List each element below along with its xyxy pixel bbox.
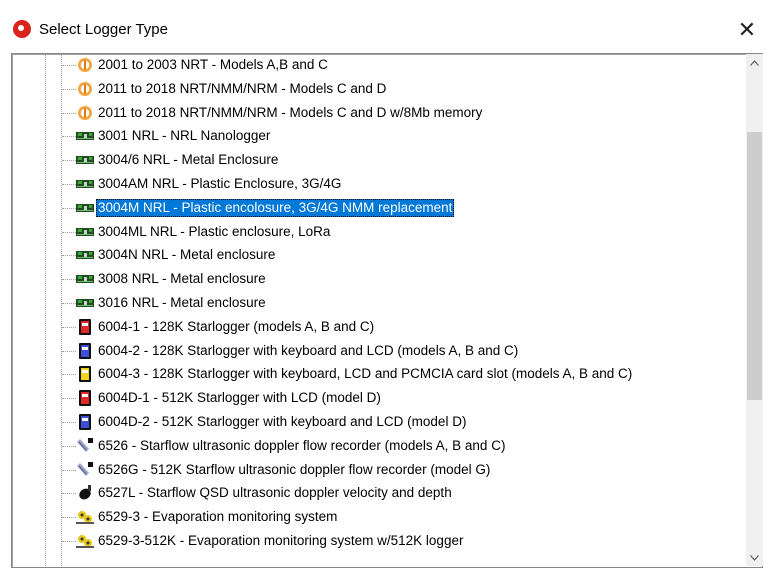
scroll-up-arrow-icon[interactable]: [746, 54, 763, 71]
tree-item-label: 3004/6 NRL - Metal Enclosure: [98, 152, 279, 168]
circuit-board-icon: [76, 128, 94, 144]
starlogger-blue-icon: [76, 414, 94, 430]
tree-item[interactable]: 6004-1 - 128K Starlogger (models A, B an…: [12, 316, 746, 338]
close-button[interactable]: ✕: [730, 14, 764, 48]
scrollbar-thumb[interactable]: [747, 132, 762, 400]
tree-item[interactable]: 3004AM NRL - Plastic Enclosure, 3G/4G: [12, 173, 746, 195]
tree-connector: [62, 326, 76, 328]
tree-item[interactable]: 6526 - Starflow ultrasonic doppler flow …: [12, 435, 746, 457]
tree-item-label: 6526 - Starflow ultrasonic doppler flow …: [98, 437, 506, 453]
tree-item[interactable]: 3004N NRL - Metal enclosure: [12, 244, 746, 266]
starflow-probe-icon: [76, 437, 94, 454]
nrt-orange-icon: [76, 57, 94, 73]
tree-item-label: 6004D-1 - 512K Starlogger with LCD (mode…: [98, 390, 381, 406]
starlogger-blue-icon: [76, 342, 94, 359]
tree-item-label: 3008 NRL - Metal enclosure: [98, 271, 266, 287]
tree-item[interactable]: 6004-2 - 128K Starlogger with keyboard a…: [12, 340, 746, 362]
nrt-orange-icon: [76, 81, 94, 97]
starlogger-red-icon: [76, 318, 94, 335]
tree-item[interactable]: 6004D-1 - 512K Starlogger with LCD (mode…: [12, 387, 746, 409]
tree-connector: [62, 279, 76, 281]
tree-item[interactable]: 2001 to 2003 NRT - Models A,B and C: [12, 54, 746, 76]
starlogger-red-icon: [76, 390, 94, 407]
nrt-orange-icon: [76, 105, 94, 121]
tree-item-label: 6004-3 - 128K Starlogger with keyboard, …: [98, 366, 633, 382]
tree-item-label: 2001 to 2003 NRT - Models A,B and C: [98, 57, 328, 72]
tree-item-label: 6527L - Starflow QSD ultrasonic doppler …: [98, 485, 452, 501]
tree-item-label: 6004-1 - 128K Starlogger (models A, B an…: [98, 318, 375, 334]
tree-connector: [62, 207, 76, 209]
starflow-probe-icon: [76, 461, 94, 478]
tree-item-label: 3004AM NRL - Plastic Enclosure, 3G/4G: [98, 176, 342, 191]
tree-item[interactable]: 3016 NRL - Metal enclosure: [12, 292, 746, 314]
tree-item[interactable]: 3004/6 NRL - Metal Enclosure: [12, 149, 746, 171]
tree-connector: [62, 350, 76, 352]
tree-item[interactable]: 6529-3 - Evaporation monitoring system: [12, 506, 746, 528]
tree-connector: [62, 374, 76, 376]
tree-item[interactable]: 6004D-2 - 512K Starlogger with keyboard …: [12, 411, 746, 433]
tree-connector: [62, 88, 76, 90]
starlogger-yellow-icon: [76, 366, 94, 383]
tree-connector: [62, 112, 76, 114]
circuit-board-icon: [76, 152, 94, 168]
tree-item-label: 2011 to 2018 NRT/NMM/NRM - Models C and …: [98, 104, 483, 120]
tree-item-label: 3004ML NRL - Plastic enclosure, LoRa: [98, 223, 331, 239]
app-logo-icon: [13, 20, 31, 38]
tree-connector: [62, 398, 76, 400]
evaporation-system-icon: [76, 509, 94, 525]
tree-connector: [62, 255, 76, 257]
tree-connector: [62, 493, 76, 495]
tree-connector: [62, 136, 76, 138]
tree-item[interactable]: 3008 NRL - Metal enclosure: [12, 268, 746, 290]
tree-item-label: 6529-3 - Evaporation monitoring system: [98, 509, 338, 525]
scroll-down-arrow-icon[interactable]: [746, 549, 763, 566]
window-title: Select Logger Type: [39, 21, 168, 38]
tree-connector: [62, 65, 76, 66]
tree-connector: [62, 541, 76, 542]
circuit-board-icon: [76, 224, 94, 240]
tree-item[interactable]: 6527L - Starflow QSD ultrasonic doppler …: [12, 482, 746, 504]
circuit-board-icon: [76, 247, 94, 263]
qsd-sensor-icon: [76, 485, 94, 501]
tree-item[interactable]: 6529-3-512K - Evaporation monitoring sys…: [12, 530, 746, 552]
tree-connector: [62, 422, 76, 423]
tree-item-label: 3001 NRL - NRL Nanologger: [98, 128, 271, 144]
circuit-board-icon: [76, 271, 94, 287]
tree-connector: [62, 517, 76, 519]
tree-item[interactable]: 3001 NRL - NRL Nanologger: [12, 125, 746, 147]
tree-connector: [62, 303, 76, 304]
tree-item[interactable]: 2011 to 2018 NRT/NMM/NRM - Models C and …: [12, 78, 746, 100]
tree-item[interactable]: 2011 to 2018 NRT/NMM/NRM - Models C and …: [12, 102, 746, 124]
tree-item-label: 3004M NRL - Plastic encolosure, 3G/4G NM…: [96, 198, 455, 217]
circuit-board-icon: [76, 200, 94, 216]
circuit-board-icon: [76, 295, 94, 311]
tree-connector: [62, 160, 76, 162]
tree-connector: [62, 445, 76, 447]
tree-item-label: 3004N NRL - Metal enclosure: [98, 247, 276, 263]
tree-item[interactable]: 3004ML NRL - Plastic enclosure, LoRa: [12, 221, 746, 243]
tree-item-label: 6529-3-512K - Evaporation monitoring sys…: [98, 533, 464, 548]
tree-item[interactable]: 3004M NRL - Plastic encolosure, 3G/4G NM…: [12, 197, 746, 219]
tree-item-label: 3016 NRL - Metal enclosure: [98, 295, 266, 310]
tree-item[interactable]: 6526G - 512K Starflow ultrasonic doppler…: [12, 459, 746, 481]
tree-item-label: 6004-2 - 128K Starlogger with keyboard a…: [98, 342, 519, 358]
tree-connector: [62, 231, 76, 233]
tree-connector: [62, 184, 76, 185]
tree-item-label: 2011 to 2018 NRT/NMM/NRM - Models C and …: [98, 80, 387, 96]
vertical-scrollbar[interactable]: [746, 54, 763, 566]
evaporation-system-icon: [76, 533, 94, 549]
logger-tree[interactable]: 2001 to 2003 NRT - Models A,B and C 2011 …: [12, 54, 746, 566]
circuit-board-icon: [76, 176, 94, 192]
tree-item-label: 6004D-2 - 512K Starlogger with keyboard …: [98, 414, 467, 429]
tree-item[interactable]: 6004-3 - 128K Starlogger with keyboard, …: [12, 363, 746, 385]
tree-connector: [62, 469, 76, 471]
tree-item-label: 6526G - 512K Starflow ultrasonic doppler…: [98, 461, 491, 477]
